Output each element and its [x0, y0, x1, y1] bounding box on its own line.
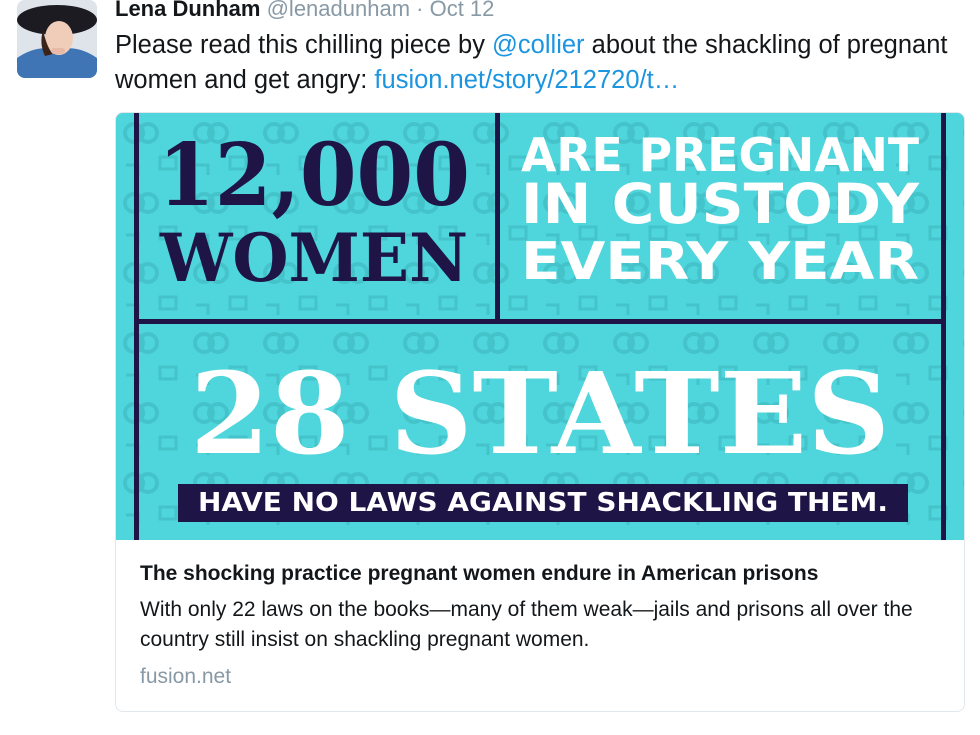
tweet-date[interactable]: Oct 12	[430, 0, 495, 21]
big-number-text: 12,000	[158, 125, 470, 226]
card-title[interactable]: The shocking practice pregnant women end…	[140, 560, 950, 588]
avatar-image	[17, 0, 97, 78]
tweet-text: Please read this chilling piece by @coll…	[115, 28, 975, 98]
card-description: With only 22 laws on the books—many of t…	[140, 598, 913, 651]
tweet-text-start: Please read this chilling piece by	[115, 31, 493, 59]
author-handle[interactable]: @lenadunham	[267, 0, 410, 21]
states-text: 28 STATES	[190, 349, 890, 480]
banner-text: HAVE NO LAWS AGAINST SHACKLING THEM.	[198, 488, 888, 518]
meta-separator: ·	[410, 0, 430, 21]
mention-link[interactable]: @collier	[492, 31, 585, 59]
article-link[interactable]: fusion.net/story/212720/t…	[374, 66, 679, 94]
avatar[interactable]	[17, 0, 97, 78]
infographic: 12,000 WOMEN ARE PREGNANT IN CUSTODY EVE…	[116, 113, 964, 540]
card-image[interactable]: 12,000 WOMEN ARE PREGNANT IN CUSTODY EVE…	[116, 113, 964, 540]
women-text: WOMEN	[159, 219, 468, 297]
pregnant-line-3: EVERY YEAR	[521, 232, 919, 292]
card-domain: fusion.net	[140, 665, 232, 688]
link-card[interactable]: 12,000 WOMEN ARE PREGNANT IN CUSTODY EVE…	[115, 112, 965, 712]
tweet[interactable]: Lena Dunham @lenadunham · Oct 12 Please …	[0, 0, 980, 735]
author-name[interactable]: Lena Dunham	[115, 0, 260, 21]
pregnant-line-2: IN CUSTODY	[521, 172, 920, 236]
tweet-header: Lena Dunham @lenadunham · Oct 12	[115, 0, 494, 24]
